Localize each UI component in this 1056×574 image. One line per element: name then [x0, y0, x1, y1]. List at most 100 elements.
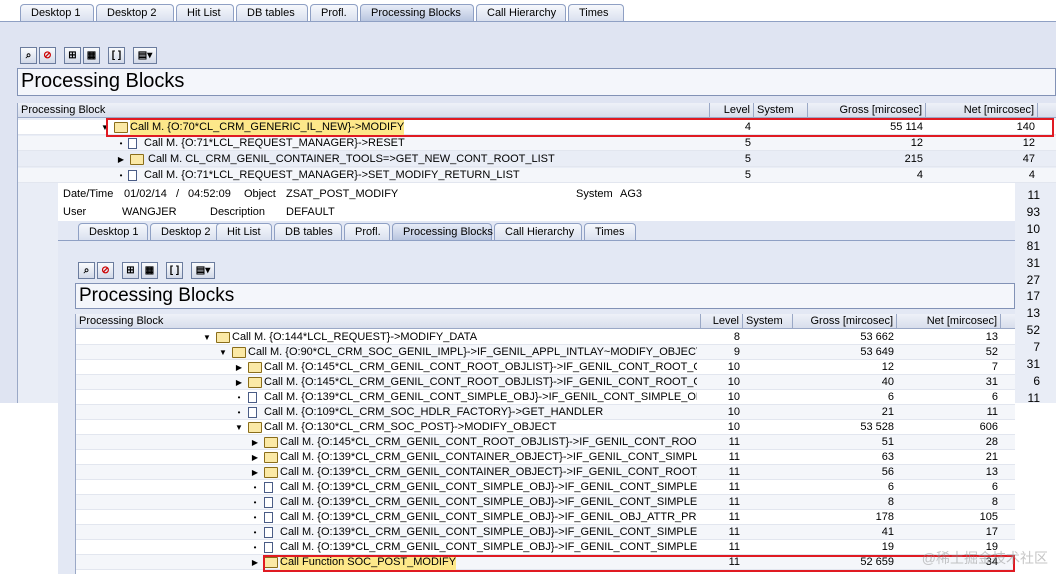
- table-row[interactable]: • Call M. {O:71*LCL_REQUEST_MANAGER}->SE…: [18, 168, 1056, 183]
- bullet-icon: •: [253, 543, 257, 552]
- bullet-icon: •: [253, 498, 257, 507]
- table-row[interactable]: • Call M. {O:139*CL_CRM_GENIL_CONT_SIMPLE…: [76, 480, 1015, 495]
- bullet-icon: •: [119, 139, 123, 148]
- tab-hit-list[interactable]: Hit List: [216, 223, 272, 241]
- col-net[interactable]: Net [mircosec]: [897, 314, 1001, 329]
- row-net: 105: [979, 511, 998, 523]
- col-processing-block[interactable]: Processing Block: [76, 314, 701, 329]
- layout-menu-icon[interactable]: ▤▾: [191, 261, 215, 279]
- document-icon: [128, 170, 137, 181]
- expand-icon[interactable]: ⊞: [64, 46, 81, 64]
- chevron-down-icon[interactable]: ▼: [202, 330, 212, 345]
- tab-processing-blocks[interactable]: Processing Blocks: [360, 4, 474, 22]
- chevron-right-icon[interactable]: ▶: [116, 152, 126, 167]
- tab-times[interactable]: Times: [584, 223, 636, 241]
- chevron-down-icon[interactable]: ▼: [234, 420, 244, 435]
- tab-desktop-2[interactable]: Desktop 2: [150, 223, 224, 241]
- table-row[interactable]: • Call M. {O:71*LCL_REQUEST_MANAGER}->RE…: [18, 136, 1056, 151]
- tab-db-tables[interactable]: DB tables: [274, 223, 342, 241]
- bullet-icon: •: [237, 393, 241, 402]
- row-gross: 56: [881, 466, 894, 478]
- row-gross: 8: [887, 496, 894, 508]
- table-row[interactable]: ▶ Call M. CL_CRM_GENIL_CONTAINER_TOOLS=>…: [18, 152, 1056, 167]
- chevron-right-icon[interactable]: ▶: [234, 360, 244, 375]
- row-level: 11: [728, 451, 740, 463]
- tab-baseline: [58, 240, 1015, 241]
- tab-call-hierarchy[interactable]: Call Hierarchy: [476, 4, 566, 22]
- tab-profl[interactable]: Profl.: [310, 4, 358, 22]
- tab-desktop-1[interactable]: Desktop 1: [78, 223, 148, 241]
- folder-icon: [216, 332, 230, 343]
- bracket-icon[interactable]: [ ]: [166, 261, 183, 279]
- table-row[interactable]: ▶ Call M. {O:139*CL_CRM_GENIL_CONTAINER_O…: [76, 465, 1015, 480]
- user-value: WANGJER: [122, 206, 177, 218]
- row-level: 10: [727, 361, 740, 373]
- layout-menu-icon[interactable]: ▤▾: [133, 46, 157, 64]
- col-gross[interactable]: Gross [mircosec]: [808, 103, 926, 118]
- tab-hit-list[interactable]: Hit List: [176, 4, 234, 22]
- tab-profl[interactable]: Profl.: [344, 223, 390, 241]
- row-net: 13: [985, 466, 998, 478]
- col-system[interactable]: System: [754, 103, 808, 118]
- document-icon: [248, 407, 257, 418]
- row-level: 5: [744, 153, 751, 165]
- table-row[interactable]: • Call M. {O:139*CL_CRM_GENIL_CONT_SIMPLE…: [76, 390, 1015, 405]
- tab-call-hierarchy[interactable]: Call Hierarchy: [494, 223, 582, 241]
- table-row[interactable]: • Call M. {O:139*CL_CRM_GENIL_CONT_SIMPLE…: [76, 495, 1015, 510]
- tab-db-tables[interactable]: DB tables: [236, 4, 308, 22]
- row-label: Call M. {O:139*CL_CRM_GENIL_CONT_SIMPLE_…: [264, 391, 697, 403]
- table-row[interactable]: • Call M. {O:109*CL_CRM_SOC_HDLR_FACTORY}…: [76, 405, 1015, 420]
- col-level[interactable]: Level: [710, 103, 754, 118]
- row-gross: 12: [910, 137, 923, 149]
- bracket-icon[interactable]: [ ]: [108, 46, 125, 64]
- table-row[interactable]: ▼ Call M. {O:90*CL_CRM_SOC_GENIL_IMPL}->I…: [76, 345, 1015, 360]
- bottom-panel: Date/Time 01/02/14 / 04:52:09 Object ZSA…: [58, 183, 1015, 574]
- collapse-icon[interactable]: ▦: [83, 46, 100, 64]
- system-value: AG3: [620, 188, 643, 200]
- user-label: User: [63, 206, 87, 218]
- chevron-right-icon[interactable]: ▶: [250, 435, 260, 450]
- document-icon: [264, 512, 273, 523]
- table-row[interactable]: ▶ Call M. {O:145*CL_CRM_GENIL_CONT_ROOT_O…: [76, 360, 1015, 375]
- tab-times[interactable]: Times: [568, 4, 624, 22]
- row-label: Call M. {O:144*LCL_REQUEST}->MODIFY_DATA: [232, 331, 478, 343]
- table-row[interactable]: ▶ Call M. {O:145*CL_CRM_GENIL_CONT_ROOT_O…: [76, 375, 1015, 390]
- tab-desktop-1[interactable]: Desktop 1: [20, 4, 94, 22]
- row-gross: 40: [881, 376, 894, 388]
- stop-icon[interactable]: ⊘: [39, 46, 56, 64]
- row-label: Call M. {O:139*CL_CRM_GENIL_CONTAINER_OB…: [280, 451, 697, 463]
- col-system[interactable]: System: [743, 314, 793, 329]
- tab-desktop-2[interactable]: Desktop 2: [96, 4, 174, 22]
- row-gross: 178: [875, 511, 894, 523]
- collapse-icon[interactable]: ▦: [141, 261, 158, 279]
- col-level[interactable]: Level: [701, 314, 743, 329]
- table-row[interactable]: ▼ Call M. {O:144*LCL_REQUEST}->MODIFY_DAT…: [76, 330, 1015, 345]
- expand-icon[interactable]: ⊞: [122, 261, 139, 279]
- chevron-right-icon[interactable]: ▶: [250, 555, 260, 570]
- table-row[interactable]: • Call M. {O:139*CL_CRM_GENIL_CONT_SIMPLE…: [76, 510, 1015, 525]
- table-row[interactable]: • Call M. {O:139*CL_CRM_GENIL_CONT_SIMPLE…: [76, 525, 1015, 540]
- row-label: Call M. {O:130*CL_CRM_SOC_POST}->MODIFY_…: [264, 421, 557, 433]
- object-label: Object: [244, 188, 276, 200]
- row-net: 13: [985, 331, 998, 343]
- binoculars-icon[interactable]: ⌕: [78, 261, 95, 279]
- row-label: Call M. CL_CRM_GENIL_CONTAINER_TOOLS=>GE…: [148, 153, 555, 165]
- table-row[interactable]: • Call M. {O:139*CL_CRM_GENIL_CONT_SIMPLE…: [76, 540, 1015, 555]
- table-row[interactable]: ▼ Call M. {O:130*CL_CRM_SOC_POST}->MODIFY…: [76, 420, 1015, 435]
- col-net[interactable]: Net [mircosec]: [926, 103, 1038, 118]
- table-row[interactable]: ▶ Call M. {O:139*CL_CRM_GENIL_CONTAINER_O…: [76, 450, 1015, 465]
- col-processing-block[interactable]: Processing Block: [18, 103, 710, 118]
- row-label: Call M. {O:90*CL_CRM_SOC_GENIL_IMPL}->IF…: [248, 346, 697, 358]
- row-gross: 19: [881, 541, 894, 553]
- chevron-right-icon[interactable]: ▶: [250, 450, 260, 465]
- chevron-right-icon[interactable]: ▶: [250, 465, 260, 480]
- row-net: 17: [985, 526, 998, 538]
- binoculars-icon[interactable]: ⌕: [20, 46, 37, 64]
- table-row[interactable]: ▶ Call M. {O:145*CL_CRM_GENIL_CONT_ROOT_O…: [76, 435, 1015, 450]
- tab-processing-blocks[interactable]: Processing Blocks: [392, 223, 493, 241]
- chevron-right-icon[interactable]: ▶: [234, 375, 244, 390]
- col-gross[interactable]: Gross [mircosec]: [793, 314, 897, 329]
- stop-icon[interactable]: ⊘: [97, 261, 114, 279]
- row-gross: 41: [881, 526, 894, 538]
- chevron-down-icon[interactable]: ▼: [218, 345, 228, 360]
